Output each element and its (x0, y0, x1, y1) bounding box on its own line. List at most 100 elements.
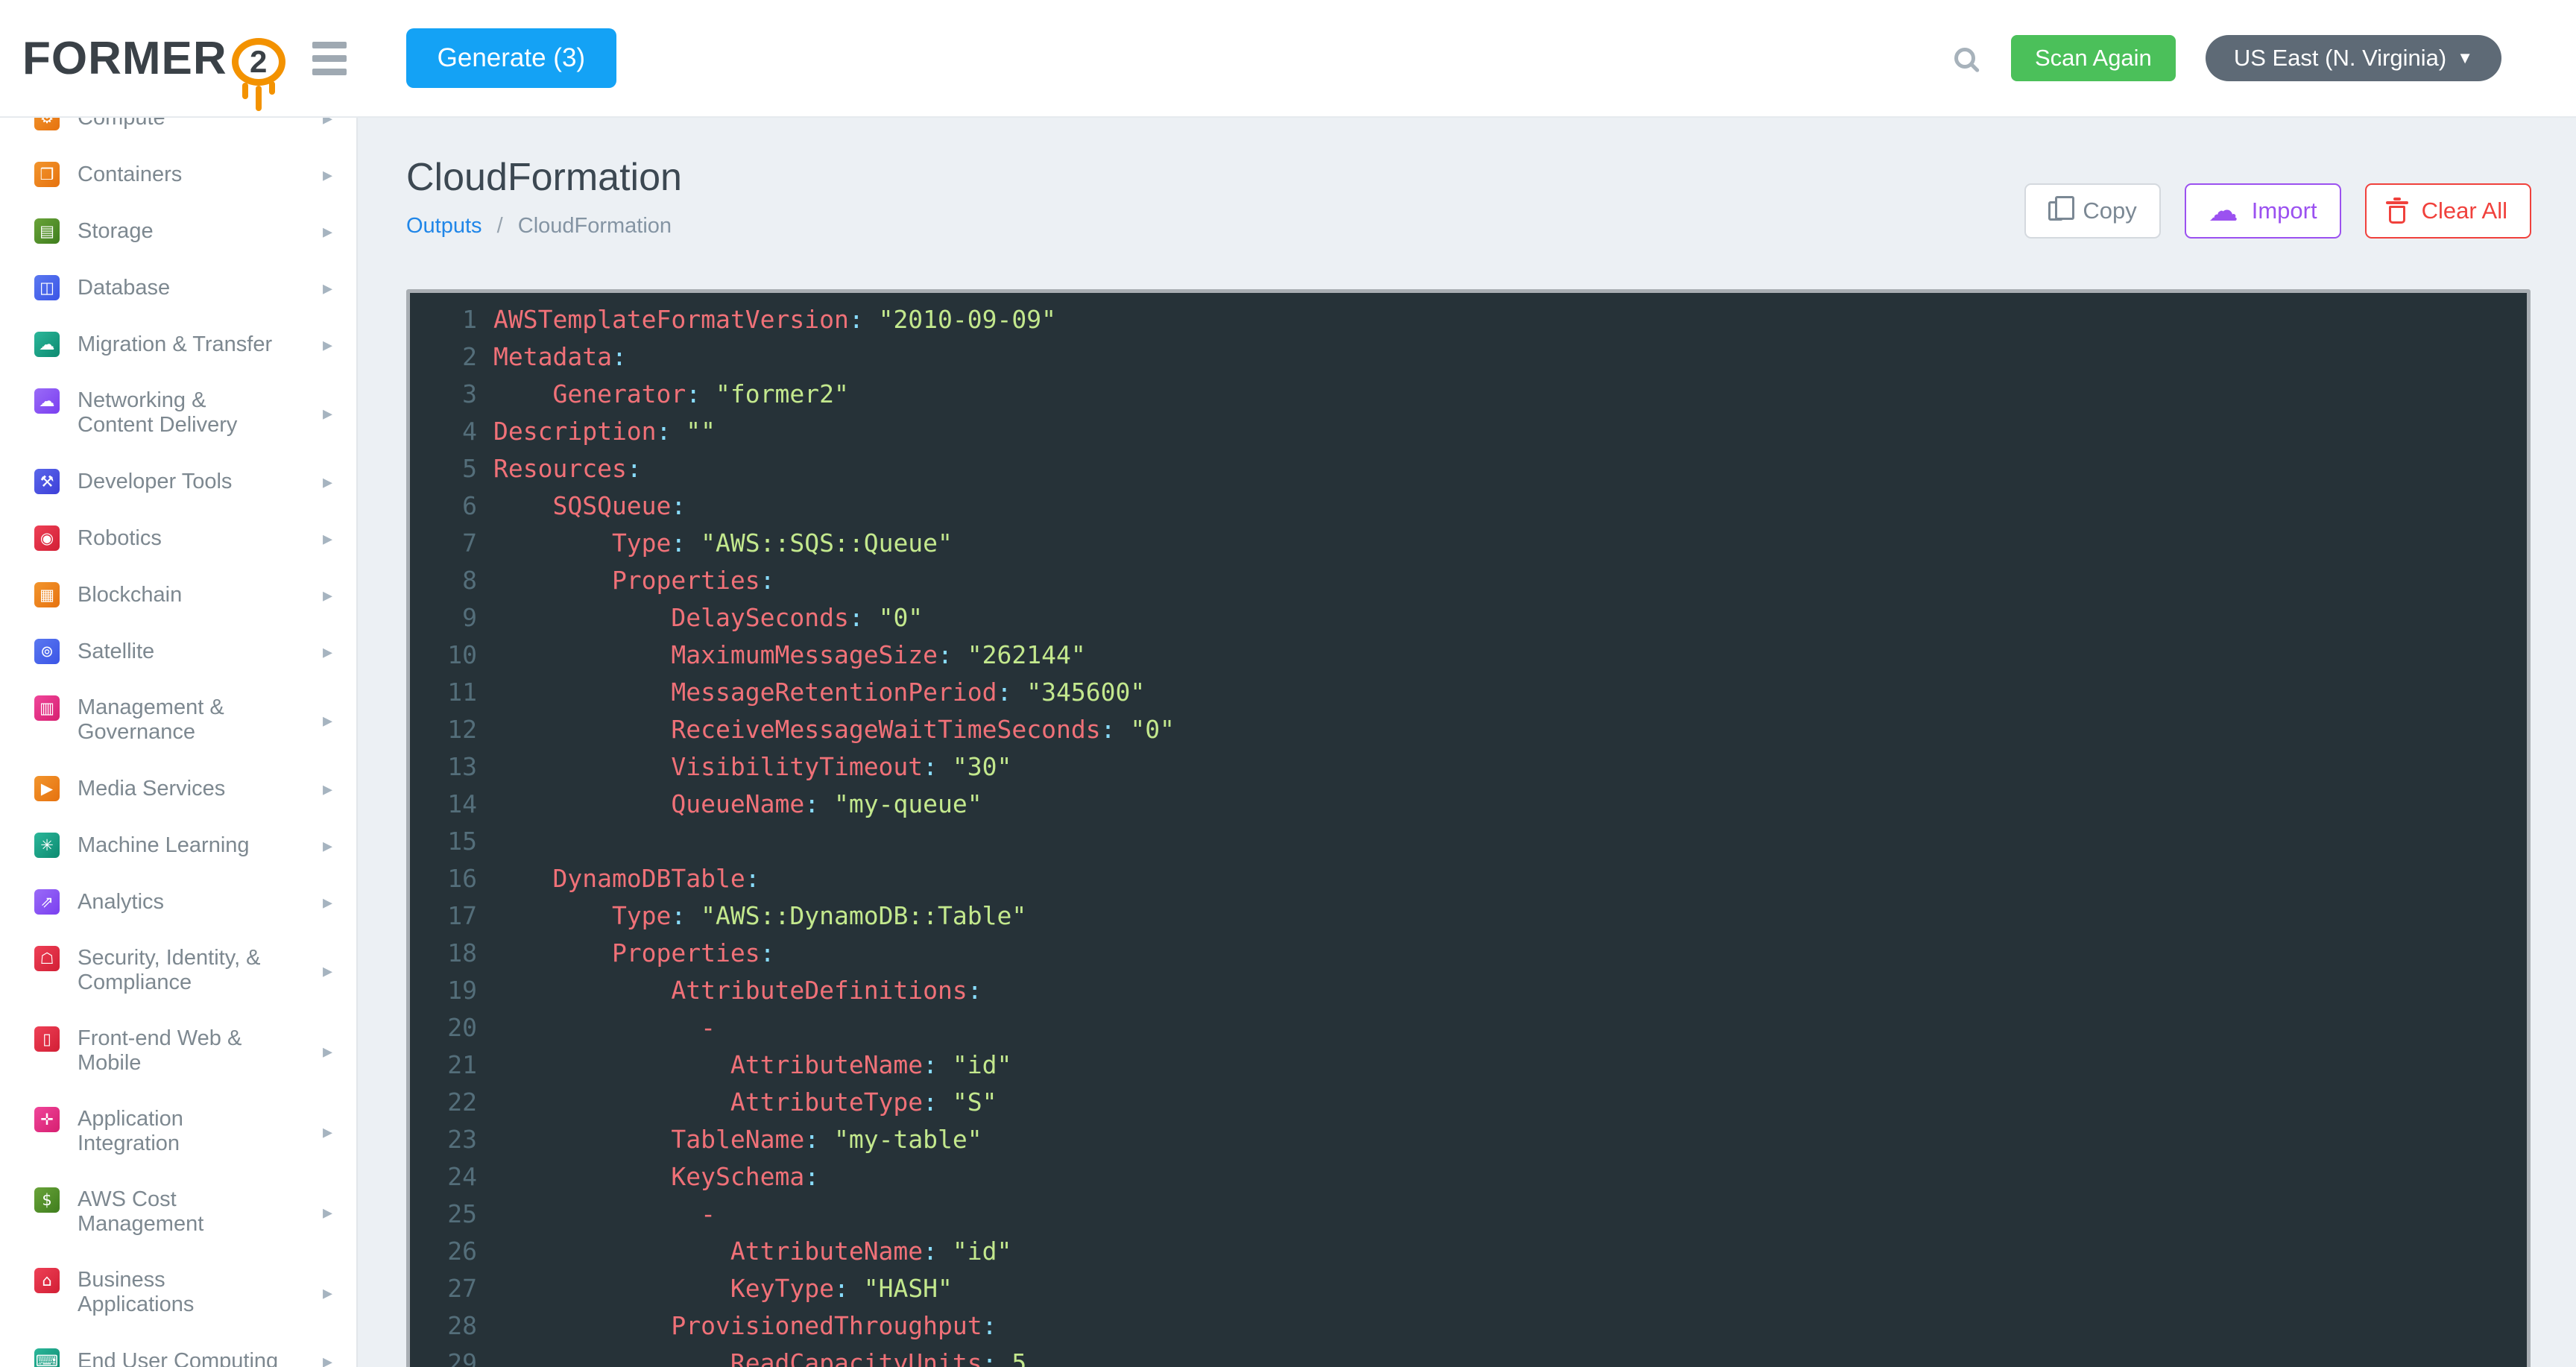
generate-button[interactable]: Generate (3) (406, 28, 616, 88)
code-line-content: Type: "AWS::DynamoDB::Table" (493, 901, 1026, 930)
sidebar-item-analytics[interactable]: ⇗ Analytics▸ (0, 874, 356, 930)
code-line: 11 MessageRetentionPeriod: "345600" (410, 673, 2527, 710)
former2-app: { "header": { "logo_text": "FORMER", "lo… (0, 0, 2576, 1367)
copy-button[interactable]: Copy (2024, 183, 2160, 239)
machine-learning-icon: ✳ (34, 833, 60, 858)
sidebar-item-aws-cost-management[interactable]: $ AWS Cost Management▸ (0, 1172, 356, 1252)
aws-cost-management-icon: $ (34, 1187, 60, 1213)
code-line: 3 Generator: "former2" (410, 375, 2527, 412)
sidebar-item-management-governance[interactable]: ▥Management & Governance▸ (0, 680, 356, 760)
code-line-content: AWSTemplateFormatVersion: "2010-09-09" (493, 305, 1056, 334)
code-line-content: ReadCapacityUnits: 5 (493, 1348, 1026, 1367)
code-line-content: ReceiveMessageWaitTimeSeconds: "0" (493, 715, 1175, 744)
line-number: 9 (410, 603, 493, 632)
line-number: 23 (410, 1125, 493, 1154)
cloud-upload-icon: ☁ (2209, 196, 2238, 226)
satellite-icon: ⊚ (34, 639, 60, 664)
migration-transfer-icon: ☁ (34, 332, 60, 357)
logo-drip-icon (256, 86, 262, 111)
sidebar-item-migration-transfer[interactable]: ☁Migration & Transfer▸ (0, 316, 356, 373)
code-line: 9 DelaySeconds: "0" (410, 599, 2527, 636)
code-lines: 1AWSTemplateFormatVersion: "2010-09-09" 2… (410, 300, 2527, 1367)
menu-toggle-icon[interactable] (312, 42, 347, 75)
line-number: 26 (410, 1237, 493, 1266)
code-line-content: Properties: (493, 566, 775, 595)
sidebar-item-robotics[interactable]: ◉Robotics▸ (0, 510, 356, 566)
security-identity-compliance-icon: ☖ (34, 946, 60, 971)
line-number: 11 (410, 678, 493, 707)
clear-all-label: Clear All (2422, 198, 2507, 224)
line-number: 17 (410, 901, 493, 930)
networking-content-delivery-icon: ☁ (34, 388, 60, 414)
sidebar-item-security-identity-compliance[interactable]: ☖Security, Identity, & Compliance▸ (0, 930, 356, 1011)
chevron-right-icon: ▸ (323, 277, 332, 300)
line-number: 27 (410, 1274, 493, 1303)
sidebar-item-compute[interactable]: ⚙Compute▸ (0, 118, 356, 146)
code-line: 1AWSTemplateFormatVersion: "2010-09-09" (410, 300, 2527, 338)
code-line-content: DynamoDBTable: (493, 864, 760, 893)
sidebar-item-end-user-computing[interactable]: ⌨End User Computing▸ (0, 1333, 356, 1367)
code-line-content: Properties: (493, 938, 775, 967)
chevron-right-icon: ▸ (323, 470, 332, 493)
sidebar-item-satellite[interactable]: ⊚Satellite▸ (0, 623, 356, 680)
line-number: 15 (410, 827, 493, 856)
code-line: 13 VisibilityTimeout: "30" (410, 748, 2527, 785)
chevron-right-icon: ▸ (323, 1201, 332, 1224)
code-line: 7 Type: "AWS::SQS::Queue" (410, 524, 2527, 561)
logo-drip-icon (269, 81, 275, 95)
sidebar-item-blockchain[interactable]: ▦Blockchain▸ (0, 566, 356, 623)
code-line-content: Type: "AWS::SQS::Queue" (493, 528, 953, 558)
sidebar-item-machine-learning[interactable]: ✳Machine Learning▸ (0, 817, 356, 874)
sidebar-item-label: Analytics (78, 890, 323, 915)
sidebar-item-application-integration[interactable]: ✛Application Integration▸ (0, 1091, 356, 1172)
import-button[interactable]: ☁ Import (2185, 183, 2341, 239)
former2-logo[interactable]: FORMER 2 (22, 26, 290, 90)
sidebar-item-developer-tools[interactable]: ⚒Developer Tools▸ (0, 453, 356, 510)
chevron-right-icon: ▸ (323, 959, 332, 982)
code-editor[interactable]: 1AWSTemplateFormatVersion: "2010-09-09" 2… (406, 289, 2531, 1367)
code-line: 26 AttributeName: "id" (410, 1232, 2527, 1269)
chevron-right-icon: ▸ (323, 584, 332, 607)
code-line: 5Resources: (410, 449, 2527, 487)
code-line: 4Description: "" (410, 412, 2527, 449)
code-line-content: MaximumMessageSize: "262144" (493, 640, 1086, 669)
sidebar-item-database[interactable]: ◫Database▸ (0, 259, 356, 316)
chevron-right-icon: ▸ (323, 891, 332, 914)
code-line: 24 KeySchema: (410, 1158, 2527, 1195)
sidebar-item-label: Developer Tools (78, 470, 323, 494)
import-label: Import (2252, 198, 2317, 224)
code-line-content: QueueName: "my-queue" (493, 789, 982, 818)
line-number: 5 (410, 454, 493, 483)
sidebar-item-front-end-web-mobile[interactable]: ▯Front-end Web & Mobile▸ (0, 1011, 356, 1091)
code-line: 23 TableName: "my-table" (410, 1120, 2527, 1158)
code-line: 25 - (410, 1195, 2527, 1232)
sidebar-item-label: Robotics (78, 526, 323, 551)
region-dropdown[interactable]: US East (N. Virginia) ▼ (2206, 35, 2501, 81)
code-line-content: Generator: "former2" (493, 379, 849, 408)
sidebar-item-label: Blockchain (78, 583, 323, 607)
sidebar-item-label: Application Integration (78, 1107, 323, 1156)
database-icon: ◫ (34, 275, 60, 300)
front-end-web-mobile-icon: ▯ (34, 1026, 60, 1052)
sidebar-item-label: AWS Cost Management (78, 1187, 323, 1237)
scan-again-button[interactable]: Scan Again (2011, 35, 2176, 81)
containers-icon: ❒ (34, 162, 60, 187)
logo-cloud-icon: 2 (232, 38, 290, 90)
sidebar-item-networking-content-delivery[interactable]: ☁Networking & Content Delivery▸ (0, 373, 356, 453)
chevron-right-icon: ▸ (323, 118, 332, 130)
code-line-content: ProvisionedThroughput: (493, 1311, 997, 1340)
clear-all-button[interactable]: Clear All (2365, 183, 2531, 239)
search-icon[interactable] (1954, 48, 1975, 69)
media-services-icon: ▶ (34, 776, 60, 801)
code-line-content: MessageRetentionPeriod: "345600" (493, 678, 1145, 707)
breadcrumb-outputs-link[interactable]: Outputs (406, 214, 482, 238)
sidebar-item-containers[interactable]: ❒Containers▸ (0, 146, 356, 203)
sidebar-item-storage[interactable]: ▤Storage▸ (0, 203, 356, 259)
analytics-icon: ⇗ (34, 889, 60, 915)
sidebar-item-media-services[interactable]: ▶Media Services▸ (0, 760, 356, 817)
line-number: 3 (410, 379, 493, 408)
code-line-content: AttributeType: "S" (493, 1087, 997, 1117)
line-number: 10 (410, 640, 493, 669)
code-line-content: KeySchema: (493, 1162, 819, 1191)
sidebar-item-business-applications[interactable]: ⌂Business Applications▸ (0, 1252, 356, 1333)
